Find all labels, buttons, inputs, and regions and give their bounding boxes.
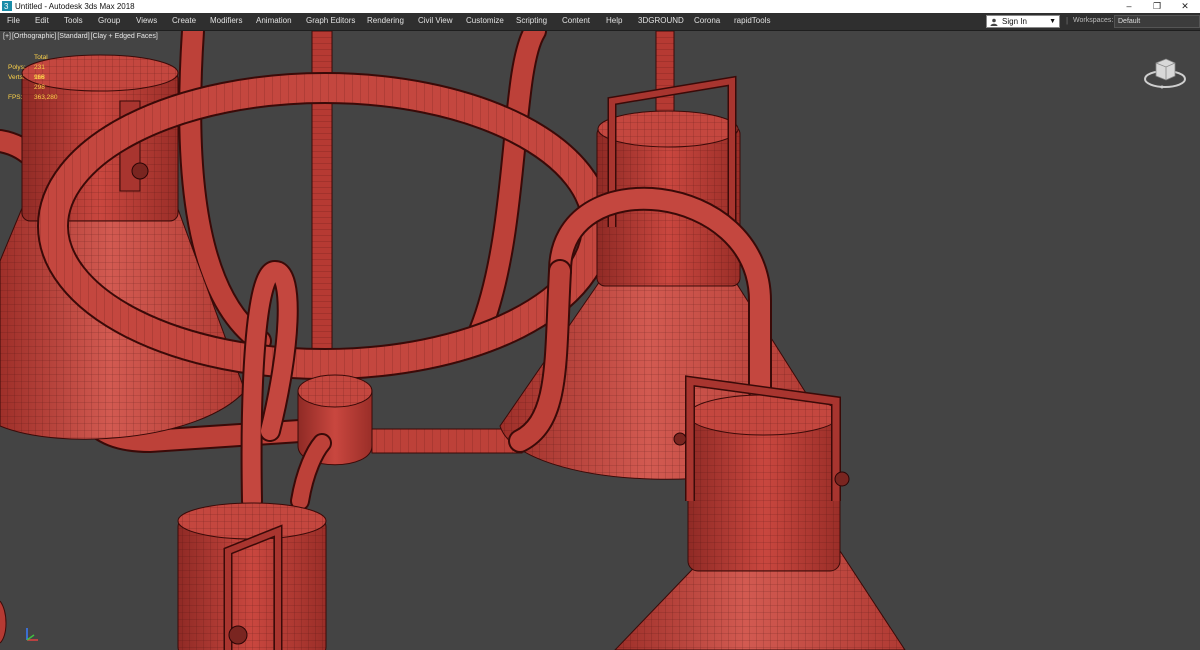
viewport-shading-mode[interactable]: [Clay + Edged Faces]: [91, 33, 158, 40]
title-bar: 3 Untitled - Autodesk 3ds Max 2018 – ❐ ✕: [0, 0, 1200, 13]
menu-content[interactable]: Content: [562, 13, 590, 30]
menu-create[interactable]: Create: [172, 13, 196, 30]
restore-button[interactable]: ❐: [1144, 0, 1170, 13]
menu-tools[interactable]: Tools: [64, 13, 83, 30]
menu-graph-editors[interactable]: Graph Editors: [306, 13, 355, 30]
menu-animation[interactable]: Animation: [256, 13, 292, 30]
minimize-button[interactable]: –: [1116, 0, 1142, 13]
max-app-icon: 3: [2, 1, 12, 11]
menu-group[interactable]: Group: [98, 13, 120, 30]
menu-customize[interactable]: Customize: [466, 13, 504, 30]
window-title: Untitled - Autodesk 3ds Max 2018: [15, 2, 135, 11]
hub: [297, 374, 523, 466]
menu-views[interactable]: Views: [136, 13, 157, 30]
close-button[interactable]: ✕: [1172, 0, 1198, 13]
viewport-labels: [+][Orthographic][Standard][Clay + Edged…: [3, 33, 159, 40]
axis-tripod-icon: [26, 628, 38, 641]
menu-rendering[interactable]: Rendering: [367, 13, 404, 30]
menu-modifiers[interactable]: Modifiers: [210, 13, 242, 30]
workspaces-select[interactable]: Default: [1114, 15, 1200, 28]
viewport-shading-standard[interactable]: [Standard]: [57, 33, 89, 40]
menu-help[interactable]: Help: [606, 13, 622, 30]
menu-rapidtools[interactable]: rapidTools: [734, 13, 770, 30]
menu-civil-view[interactable]: Civil View: [418, 13, 453, 30]
workspaces-label: Workspaces:: [1073, 17, 1114, 24]
menu-corona[interactable]: Corona: [694, 13, 720, 30]
menu-3dground[interactable]: 3DGROUND: [638, 13, 684, 30]
user-icon: [990, 18, 998, 26]
stats-header: Total: [34, 54, 48, 61]
menu-edit[interactable]: Edit: [35, 13, 49, 30]
viewport[interactable]: [+][Orthographic][Standard][Clay + Edged…: [0, 31, 1200, 650]
chevron-down-icon: ▼: [1049, 18, 1056, 25]
menu-scripting[interactable]: Scripting: [516, 13, 547, 30]
scene-render: [0, 31, 906, 650]
viewport-menu-plus[interactable]: [+]: [3, 33, 11, 40]
lamp-edge-left: [0, 600, 7, 644]
menu-file[interactable]: File: [7, 13, 20, 30]
viewport-view-label[interactable]: [Orthographic]: [12, 33, 56, 40]
lamp-bottom-center: [177, 502, 327, 650]
sign-in-dropdown[interactable]: Sign In ▼: [986, 15, 1060, 28]
svg-text:3: 3: [4, 2, 9, 11]
sign-in-label: Sign In: [1002, 17, 1027, 26]
toolbar-separator: |: [1066, 16, 1069, 25]
viewcube-icon[interactable]: [1142, 51, 1188, 91]
